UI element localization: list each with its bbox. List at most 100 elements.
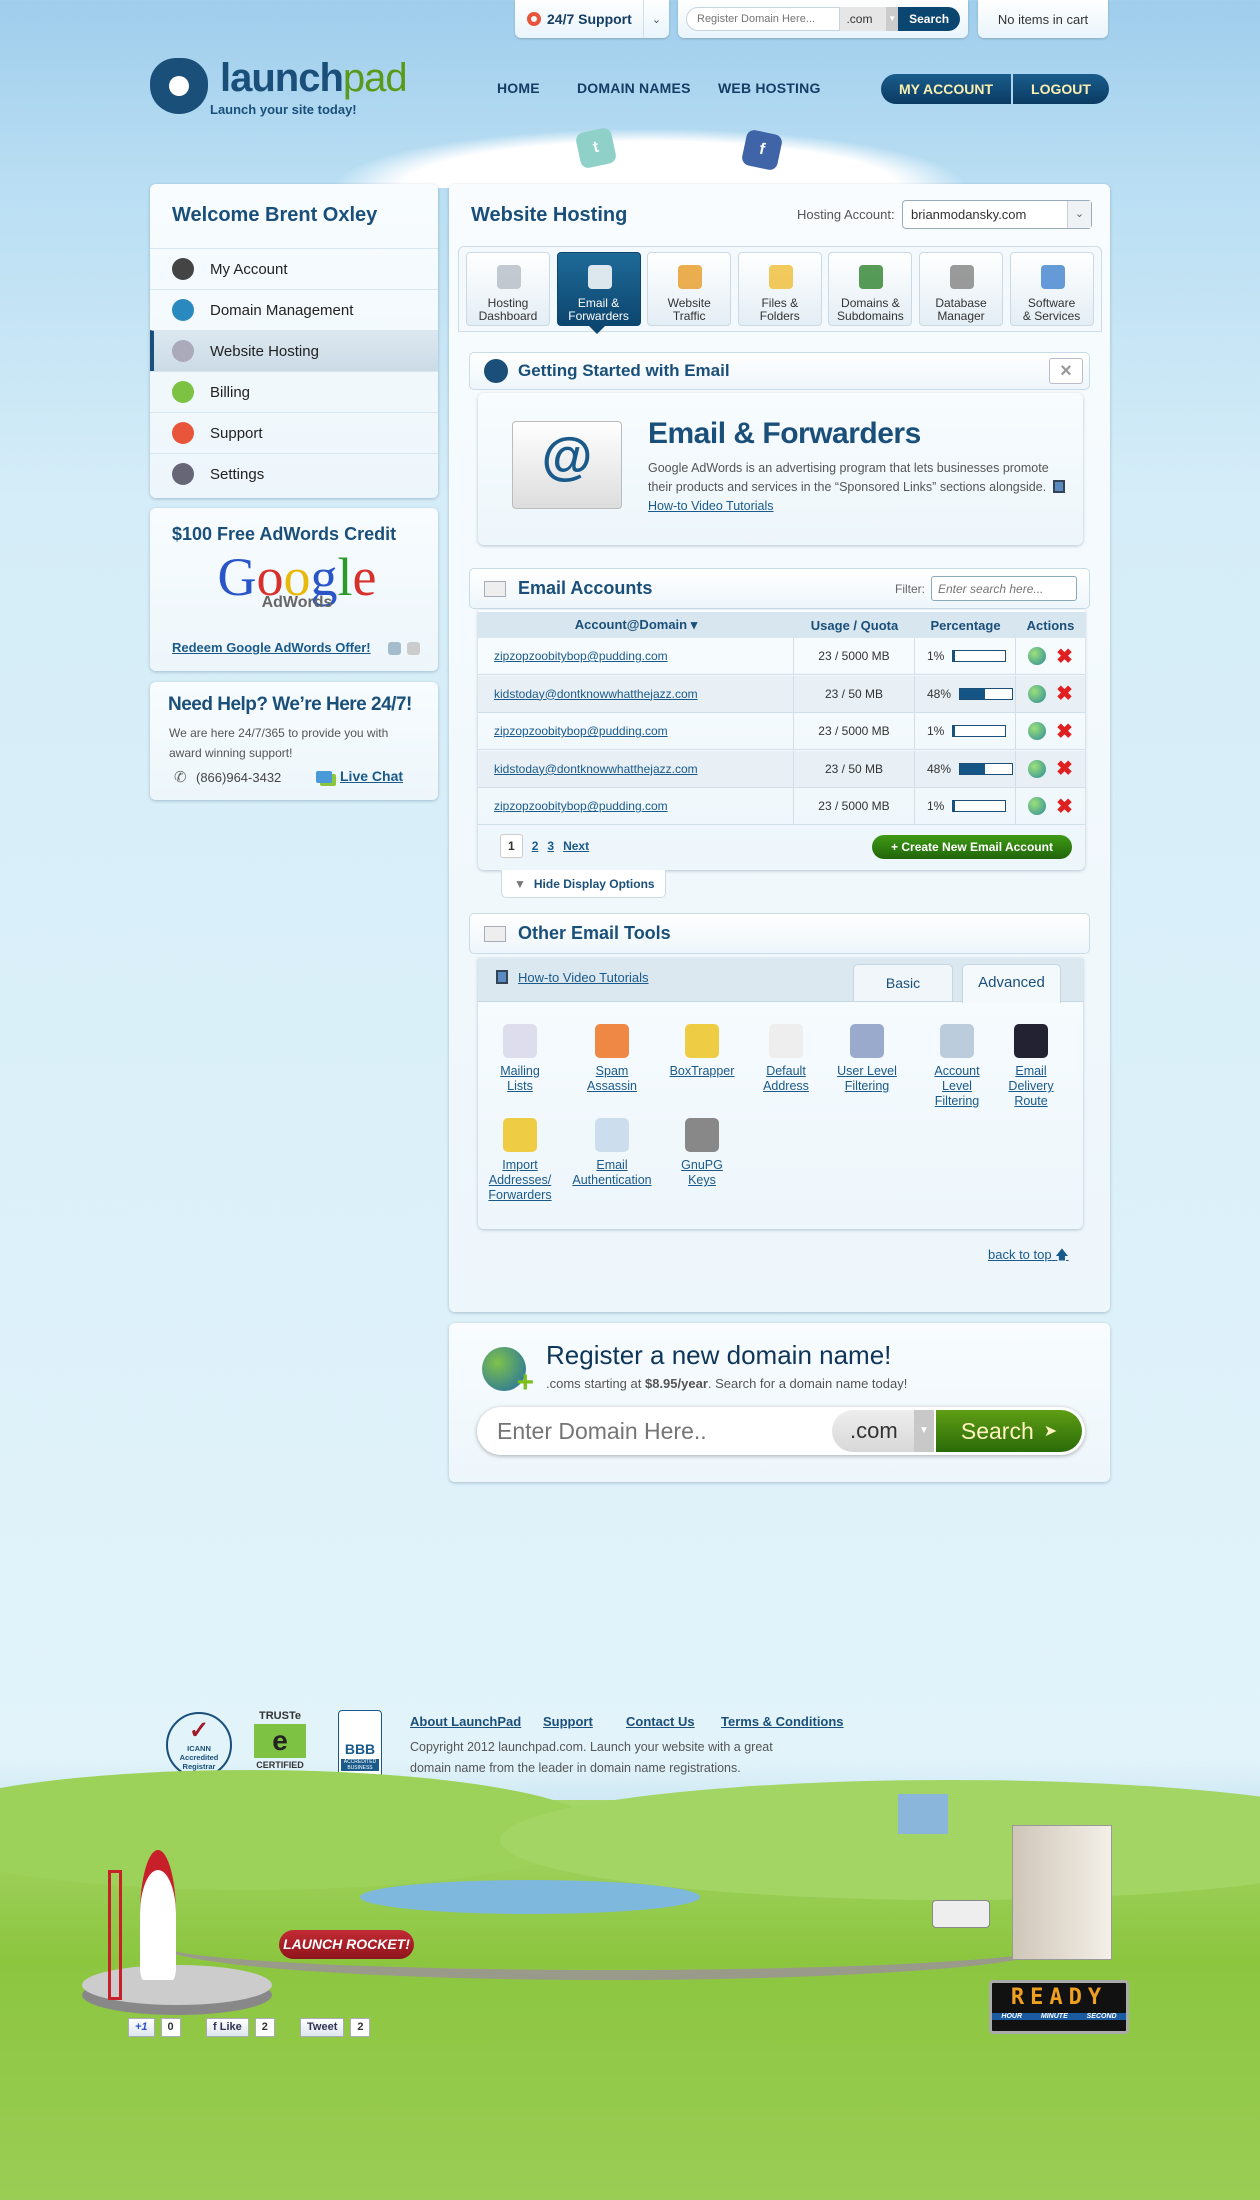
video-tutorials-link[interactable]: How-to Video Tutorials (648, 499, 774, 513)
manage-email-icon[interactable] (1028, 647, 1047, 665)
email-account-link[interactable]: zipzopzoobitybop@pudding.com (494, 724, 668, 738)
back-to-top-link[interactable]: back to top 🡅 (988, 1246, 1069, 1268)
delete-icon[interactable]: ✖ (1056, 681, 1073, 706)
search-label: Search (960, 1417, 1034, 1444)
tab-label: Manager (937, 309, 985, 323)
truste-badge[interactable]: TRUSTe e CERTIFIED (254, 1710, 306, 1770)
delete-icon[interactable]: ✖ (1056, 756, 1073, 781)
email-account-link[interactable]: zipzopzoobitybop@pudding.com (494, 649, 668, 663)
delete-icon[interactable]: ✖ (1056, 794, 1073, 819)
help-panel: Need Help? We’re Here 24/7! We are here … (150, 682, 438, 800)
support-dropdown[interactable]: 24/7 Support ⌄ (515, 0, 669, 38)
hosting-account-value: brianmodansky.com (911, 207, 1027, 222)
my-account-button[interactable]: MY ACCOUNT (881, 74, 1011, 104)
usage-bar (959, 687, 1014, 700)
welcome-title: Welcome Brent Oxley (172, 204, 378, 226)
icann-badge[interactable]: ✓ ICANN Accredited Registrar (166, 1712, 232, 1778)
page-2[interactable]: 2 (532, 839, 539, 853)
domain-search-button[interactable]: Search ➤ (936, 1410, 1082, 1452)
tool-email-delivery-route[interactable]: Email Delivery Route (986, 1024, 1076, 1109)
bbb-label: BBB (344, 1741, 376, 1757)
search-button[interactable]: Search (898, 7, 960, 31)
tool-email-authentication[interactable]: Email Authentication (567, 1118, 657, 1188)
page-3[interactable]: 3 (547, 839, 554, 853)
tab-advanced[interactable]: Advanced (962, 964, 1061, 1003)
manage-email-icon[interactable] (1028, 797, 1047, 816)
chevron-down-icon[interactable]: ⌄ (643, 0, 669, 38)
tool-mailing-lists[interactable]: Mailing Lists (475, 1024, 565, 1094)
manage-email-icon[interactable] (1028, 722, 1047, 741)
carousel-dot-1[interactable] (388, 642, 401, 655)
footer-terms-link[interactable]: Terms & Conditions (721, 1714, 844, 1729)
tool-boxtrapper[interactable]: BoxTrapper (657, 1024, 747, 1079)
truck-icon (932, 1900, 990, 1928)
logout-button[interactable]: LOGOUT (1013, 74, 1109, 104)
delete-icon[interactable]: ✖ (1056, 719, 1073, 744)
hide-display-options-button[interactable]: ▼ Hide Display Options (501, 870, 666, 898)
tld-select[interactable]: .com ▼ (832, 1410, 934, 1452)
tool-import-addresses-forwarders[interactable]: Import Addresses/Forwarders (475, 1118, 565, 1203)
tab-traffic[interactable]: Website Traffic (647, 252, 732, 326)
tab-forwarders[interactable]: Email & Forwarders (556, 252, 641, 326)
sidebar-item-my-account[interactable]: My Account (150, 248, 438, 289)
tab-manager[interactable]: Database Manager (919, 252, 1003, 326)
domain-input[interactable] (477, 1409, 832, 1453)
google-plus-button[interactable]: +1 0 (128, 2018, 181, 2037)
sidebar-item-domain-management[interactable]: Domain Management (150, 289, 438, 330)
close-icon[interactable]: × (1049, 358, 1083, 384)
tab-dashboard[interactable]: Hosting Dashboard (466, 252, 550, 326)
lake (360, 1880, 700, 1914)
tweet-button[interactable]: Tweet 2 (300, 2018, 371, 2037)
create-email-account-button[interactable]: + Create New Email Account (872, 835, 1072, 859)
city-skyline (898, 1794, 948, 1834)
twitter-icon[interactable]: t (574, 126, 618, 170)
sidebar-item-website-hosting[interactable]: Website Hosting (150, 330, 438, 371)
footer-contact-link[interactable]: Contact Us (626, 1714, 695, 1729)
tab-folders[interactable]: Files & Folders (737, 252, 822, 326)
redeem-adwords-link[interactable]: Redeem Google AdWords Offer! (172, 640, 371, 655)
page-1[interactable]: 1 (500, 834, 523, 858)
launch-rocket-button[interactable]: LAUNCH ROCKET! (279, 1930, 414, 1959)
tab-services[interactable]: Software & Services (1009, 252, 1094, 326)
usage-bar (959, 762, 1014, 775)
cart-status[interactable]: No items in cart (978, 0, 1108, 38)
percent-text: 1% (927, 799, 945, 814)
delete-icon[interactable]: ✖ (1056, 644, 1073, 669)
live-chat-link[interactable]: Live Chat (340, 768, 403, 784)
sidebar-item-support[interactable]: Support (150, 412, 438, 453)
email-account-link[interactable]: kidstoday@dontknowwhatthejazz.com (494, 762, 698, 776)
footer-support-link[interactable]: Support (543, 1714, 593, 1729)
manage-email-icon[interactable] (1028, 759, 1047, 778)
domain-search-input[interactable] (686, 7, 841, 31)
tld-select[interactable]: .com ▼ (840, 7, 899, 31)
tab-basic[interactable]: Basic (853, 964, 953, 1002)
nav-web-hosting[interactable]: WEB HOSTING (718, 80, 821, 96)
hosting-account-select[interactable]: brianmodansky.com ⌄ (902, 200, 1092, 229)
tool-spam-assassin[interactable]: Spam Assassin (567, 1024, 657, 1094)
tab-subdomains[interactable]: Domains & Subdomains (828, 252, 913, 326)
sidebar-item-billing[interactable]: Billing (150, 371, 438, 412)
sidebar-item-settings[interactable]: Settings (150, 453, 438, 494)
copyright-text: Copyright 2012 launchpad.com. Launch you… (410, 1740, 773, 1775)
footer-about-link[interactable]: About LaunchPad (410, 1714, 521, 1729)
column-account[interactable]: Account@Domain ▾ (478, 617, 794, 633)
usage-quota: 23 / 50 MB (794, 675, 915, 712)
facebook-like-button[interactable]: f Like 2 (206, 2018, 275, 2037)
nav-home[interactable]: HOME (497, 80, 540, 96)
next-page[interactable]: Next (563, 839, 589, 853)
facebook-icon[interactable]: f (740, 128, 784, 172)
tool-default-address[interactable]: Default Address (741, 1024, 831, 1094)
tool-gnupg-keys[interactable]: GnuPG Keys (657, 1118, 747, 1188)
manage-email-icon[interactable] (1028, 684, 1047, 703)
nav-domain-names[interactable]: DOMAIN NAMES (577, 80, 691, 96)
email-account-link[interactable]: zipzopzoobitybop@pudding.com (494, 799, 668, 813)
percent-text: 1% (927, 724, 945, 739)
video-tutorials-link[interactable]: How-to Video Tutorials (518, 970, 649, 985)
tool-userlevel-filtering[interactable]: User Level Filtering (822, 1024, 912, 1094)
bbb-badge[interactable]: BBB ACCREDITED BUSINESS (338, 1710, 382, 1782)
email-account-link[interactable]: kidstoday@dontknowwhatthejazz.com (494, 687, 698, 701)
logo[interactable]: launchpad Launch your site today! (150, 56, 415, 122)
carousel-dot-2[interactable] (407, 642, 420, 655)
filter-input[interactable] (931, 576, 1077, 601)
globe-plus-icon: + (482, 1347, 534, 1398)
